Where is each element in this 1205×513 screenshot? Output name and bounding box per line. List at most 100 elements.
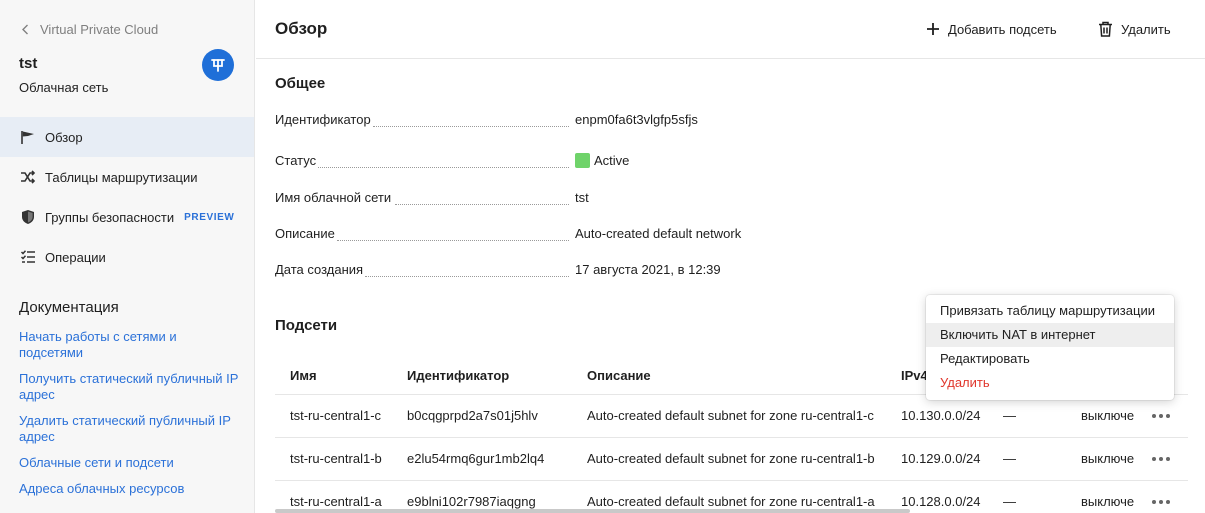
- doc-link-delete-static-ip[interactable]: Удалить статический публичный IP адрес: [19, 413, 239, 445]
- field-label: Дата создания: [275, 262, 364, 277]
- preview-badge: PREVIEW: [184, 211, 235, 223]
- field-value: tst: [575, 190, 589, 205]
- sidebar-item-label: Операции: [45, 249, 106, 265]
- sidebar-item-label: Таблицы маршрутизации: [45, 169, 198, 185]
- add-subnet-label: Добавить подсеть: [948, 21, 1057, 37]
- vpc-service-icon: [202, 49, 234, 81]
- cell-id: b0cqgprpd2a7s01j5hlv: [407, 408, 538, 423]
- cell-id: e9blni102r7987iaqgng: [407, 494, 536, 509]
- add-subnet-button[interactable]: Добавить подсеть: [926, 17, 1057, 41]
- field-value: Auto-created default network: [575, 226, 742, 241]
- dotted-leader: [318, 167, 569, 168]
- field-label: Описание: [275, 226, 335, 241]
- network-type: Облачная сеть: [19, 80, 109, 95]
- more-dot: [1159, 457, 1163, 461]
- cell-nat: выключе: [1081, 494, 1135, 509]
- cell-dash: —: [1003, 408, 1016, 423]
- field-description: Описание Auto-created default network: [275, 226, 741, 244]
- subnets-section-title: Подсети: [275, 317, 338, 334]
- column-header-ipv4[interactable]: IPv4: [901, 368, 928, 383]
- table-row[interactable]: tst-ru-central1-b e2lu54rmq6gur1mb2lq4 A…: [275, 438, 1188, 481]
- more-dot: [1159, 500, 1163, 504]
- cell-ipv4: 10.130.0.0/24: [901, 408, 981, 423]
- field-status: Статус Active: [275, 153, 735, 171]
- doc-link-get-static-ip[interactable]: Получить статический публичный IP адрес: [19, 371, 239, 403]
- delete-label: Удалить: [1121, 21, 1171, 37]
- column-header-name[interactable]: Имя: [290, 368, 317, 383]
- sidebar: Virtual Private Cloud tst Облачная сеть …: [0, 0, 255, 513]
- column-header-id[interactable]: Идентификатор: [407, 368, 509, 383]
- more-dots-icon: [1152, 500, 1156, 504]
- sidebar-nav: Обзор Таблицы маршрутизации Группы безоп…: [0, 117, 254, 277]
- cell-name: tst-ru-central1-a: [290, 494, 382, 509]
- more-dots-icon: [1152, 414, 1156, 418]
- sidebar-item-routing-tables[interactable]: Таблицы маршрутизации: [0, 157, 254, 197]
- table-row[interactable]: tst-ru-central1-c b0cqgprpd2a7s01j5hlv A…: [275, 395, 1188, 438]
- doc-link-networks-start[interactable]: Начать работы с сетями и подсетями: [19, 329, 239, 361]
- sidebar-item-security-groups[interactable]: Группы безопасности PREVIEW: [0, 197, 254, 237]
- cell-nat: выключе: [1081, 408, 1135, 423]
- dotted-leader: [337, 240, 569, 241]
- field-created: Дата создания 17 августа 2021, в 12:39: [275, 262, 735, 280]
- more-dot: [1166, 457, 1170, 461]
- sidebar-item-label: Группы безопасности: [45, 209, 175, 225]
- dotted-leader: [373, 126, 569, 127]
- row-actions-button[interactable]: [1149, 491, 1173, 513]
- row-context-menu: Привязать таблицу маршрутизации Включить…: [926, 295, 1174, 400]
- cell-id: e2lu54rmq6gur1mb2lq4: [407, 451, 545, 466]
- field-network-name: Имя облачной сети tst: [275, 190, 735, 208]
- network-name: tst: [19, 55, 38, 72]
- chevron-left-icon: [22, 24, 28, 34]
- cell-name: tst-ru-central1-c: [290, 408, 382, 423]
- field-id: Идентификатор enpm0fa6t3vlgfp5sfjs: [275, 112, 735, 130]
- doc-link-networks-subnets[interactable]: Облачные сети и подсети: [19, 455, 239, 471]
- status-text: Active: [594, 153, 630, 168]
- menu-item-delete[interactable]: Удалить: [926, 371, 1174, 395]
- back-link[interactable]: Virtual Private Cloud: [19, 20, 158, 38]
- docs-links: Начать работы с сетями и подсетями Получ…: [19, 329, 239, 507]
- row-actions-button[interactable]: [1149, 405, 1173, 427]
- sidebar-item-overview[interactable]: Обзор: [0, 117, 254, 157]
- dotted-leader: [365, 276, 569, 277]
- routing-icon: [19, 168, 37, 186]
- operations-list-icon: [19, 248, 37, 266]
- cell-ipv4: 10.129.0.0/24: [901, 451, 981, 466]
- sidebar-item-label: Обзор: [45, 129, 83, 145]
- cell-description: Auto-created default subnet for zone ru-…: [587, 408, 874, 423]
- general-section-title: Общее: [275, 75, 326, 92]
- more-dot: [1166, 500, 1170, 504]
- back-link-label: Virtual Private Cloud: [40, 21, 159, 37]
- flag-icon: [19, 128, 37, 146]
- delete-network-button[interactable]: Удалить: [1098, 17, 1171, 41]
- more-dots-icon: [1152, 457, 1156, 461]
- cell-dash: —: [1003, 451, 1016, 466]
- sidebar-item-operations[interactable]: Операции: [0, 237, 254, 277]
- field-label: Статус: [275, 153, 317, 168]
- field-value: 17 августа 2021, в 12:39: [575, 262, 721, 277]
- cell-description: Auto-created default subnet for zone ru-…: [587, 451, 875, 466]
- more-dot: [1159, 414, 1163, 418]
- shield-icon: [19, 208, 37, 226]
- field-label: Идентификатор: [275, 112, 371, 127]
- menu-item-edit[interactable]: Редактировать: [926, 347, 1174, 371]
- menu-item-bind-routing-table[interactable]: Привязать таблицу маршрутизации: [926, 299, 1174, 323]
- cell-description: Auto-created default subnet for zone ru-…: [587, 494, 875, 509]
- column-header-description[interactable]: Описание: [587, 368, 651, 383]
- status-active-icon: [575, 153, 590, 168]
- status-badge: Active: [575, 153, 629, 168]
- cell-name: tst-ru-central1-b: [290, 451, 382, 466]
- page-title: Обзор: [275, 19, 328, 38]
- field-label: Имя облачной сети: [275, 190, 392, 205]
- dotted-leader: [395, 204, 569, 205]
- field-value: enpm0fa6t3vlgfp5sfjs: [575, 112, 698, 127]
- cell-dash: —: [1003, 494, 1016, 509]
- row-actions-button[interactable]: [1149, 448, 1173, 470]
- cell-ipv4: 10.128.0.0/24: [901, 494, 981, 509]
- doc-link-resource-addresses[interactable]: Адреса облачных ресурсов: [19, 481, 239, 497]
- trash-icon: [1099, 21, 1112, 37]
- horizontal-scrollbar[interactable]: [275, 509, 910, 513]
- more-dot: [1166, 414, 1170, 418]
- docs-title: Документация: [19, 299, 119, 316]
- plus-icon: [927, 23, 939, 35]
- menu-item-enable-nat[interactable]: Включить NAT в интернет: [926, 323, 1174, 347]
